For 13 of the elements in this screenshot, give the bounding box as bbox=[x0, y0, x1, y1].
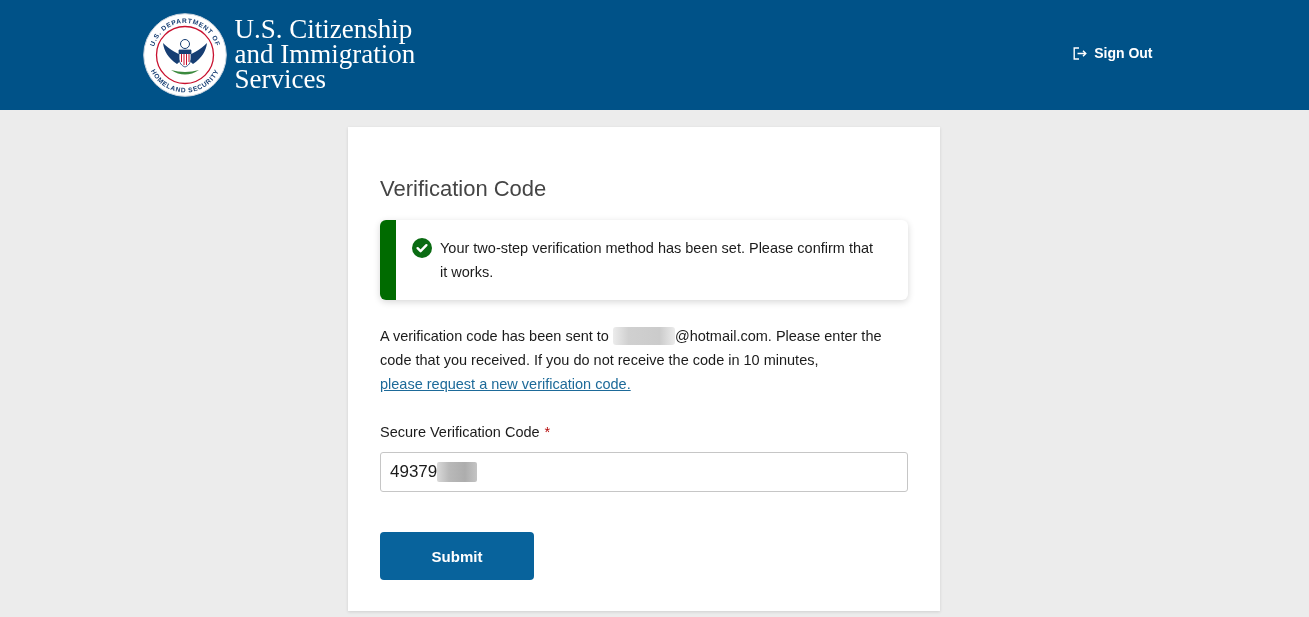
agency-name: U.S. Citizenship and Immigration Services bbox=[234, 16, 416, 92]
check-circle-icon bbox=[412, 238, 432, 258]
required-asterisk: * bbox=[544, 423, 551, 442]
sign-out-button[interactable]: Sign Out bbox=[1073, 44, 1153, 62]
submit-button[interactable]: Submit bbox=[380, 532, 534, 580]
code-input[interactable]: 49379 bbox=[380, 452, 908, 492]
alert-message: Your two-step verification method has been set. Please confirm that it works. bbox=[440, 239, 875, 282]
blurred-block bbox=[612, 327, 675, 345]
field-label: Secure Verification Code bbox=[380, 423, 540, 442]
page-title: Verification Code bbox=[380, 175, 548, 203]
request-code-link[interactable]: please request a new verification code. bbox=[380, 376, 631, 392]
sign-out-icon bbox=[1073, 46, 1088, 60]
instruction-text: A verification code has been sent to @hotmail.com. Please enter the code that you received. If you do not receive the code in 10 minutes, please request a new verification code. bbox=[380, 326, 883, 394]
